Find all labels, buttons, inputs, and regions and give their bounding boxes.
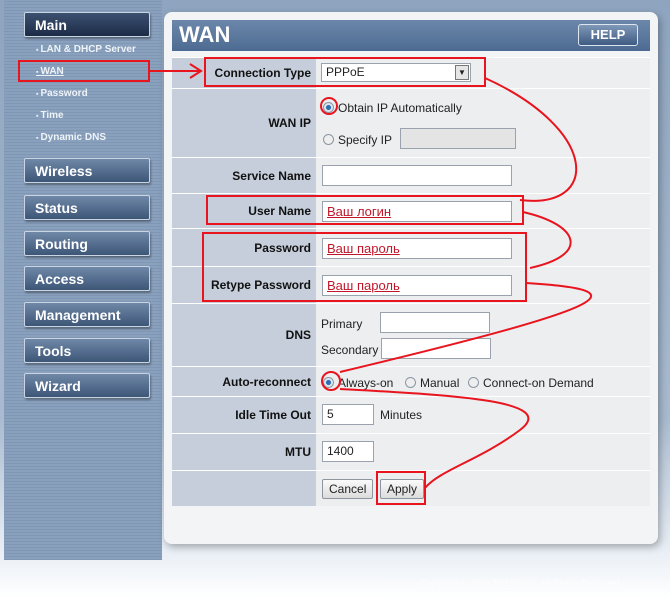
- nav-main[interactable]: Main: [24, 12, 150, 37]
- radio-specify-ip[interactable]: Specify IP: [323, 133, 392, 147]
- dns-primary-input[interactable]: [380, 312, 490, 333]
- nav-wireless[interactable]: Wireless: [24, 158, 150, 183]
- page-title: WAN: [179, 22, 231, 47]
- minutes-label: Minutes: [380, 408, 423, 422]
- mtu-input[interactable]: 1400: [322, 441, 374, 462]
- nav-access[interactable]: Access: [24, 266, 150, 291]
- label: Retype Password: [172, 267, 316, 303]
- sidebar: Main LAN & DHCP Server WAN Password Time…: [4, 0, 162, 560]
- label: [172, 471, 316, 506]
- nav-tools[interactable]: Tools: [24, 338, 150, 363]
- nav-wizard[interactable]: Wizard: [24, 373, 150, 398]
- idle-time-input[interactable]: 5: [322, 404, 374, 425]
- dns-secondary-label: Secondary: [321, 343, 379, 357]
- radio-connect-on-demand[interactable]: Connect-on Demand: [468, 376, 594, 390]
- connection-type-select[interactable]: PPPoE ▼: [321, 63, 471, 82]
- radio-icon: [468, 377, 479, 388]
- sub-lan-dhcp[interactable]: LAN & DHCP Server: [36, 44, 135, 55]
- row-mtu: MTU 1400: [172, 433, 650, 470]
- label: Idle Time Out: [172, 397, 316, 433]
- radio-label: Always-on: [338, 376, 394, 390]
- sub-dynamic-dns[interactable]: Dynamic DNS: [36, 132, 106, 143]
- radio-icon: [323, 102, 334, 113]
- help-button[interactable]: HELP: [578, 24, 638, 46]
- radio-label: Obtain IP Automatically: [338, 101, 462, 115]
- radio-label: Connect-on Demand: [483, 376, 594, 390]
- radio-obtain-ip[interactable]: Obtain IP Automatically: [323, 101, 462, 115]
- dns-primary-label: Primary: [321, 317, 363, 331]
- label: Service Name: [172, 158, 316, 193]
- sub-wan[interactable]: WAN: [36, 66, 63, 77]
- retype-password-input[interactable]: Ваш пароль: [322, 275, 512, 296]
- copyright: Copyright © 2006 TRENDnet. All Rights Re…: [420, 578, 623, 588]
- chevron-down-icon: ▼: [455, 65, 469, 80]
- sub-password[interactable]: Password: [36, 88, 87, 99]
- nav-status[interactable]: Status: [24, 195, 150, 220]
- dns-secondary-input[interactable]: [381, 338, 491, 359]
- label: DNS: [172, 304, 316, 366]
- row-idle-time-out: Idle Time Out 5 Minutes: [172, 396, 650, 433]
- row-service-name: Service Name: [172, 157, 650, 193]
- row-wan-ip: WAN IP Obtain IP Automatically Specify I…: [172, 88, 650, 157]
- radio-icon: [323, 377, 334, 388]
- row-user-name: User Name Ваш логин: [172, 193, 650, 228]
- service-name-input[interactable]: [322, 165, 512, 186]
- radio-label: Specify IP: [338, 133, 393, 147]
- radio-manual[interactable]: Manual: [405, 376, 459, 390]
- row-buttons: Cancel Apply: [172, 470, 650, 506]
- sub-time[interactable]: Time: [36, 110, 63, 121]
- apply-button[interactable]: Apply: [380, 479, 425, 499]
- label: Auto-reconnect: [172, 367, 316, 396]
- label: Password: [172, 229, 316, 266]
- radio-always-on[interactable]: Always-on: [323, 376, 393, 390]
- specify-ip-input[interactable]: [400, 128, 516, 149]
- nav-management[interactable]: Management: [24, 302, 150, 327]
- label: MTU: [172, 434, 316, 470]
- cancel-button[interactable]: Cancel: [322, 479, 374, 499]
- label: WAN IP: [172, 89, 316, 157]
- row-connection-type: Connection Type PPPoE ▼: [172, 57, 650, 88]
- radio-label: Manual: [420, 376, 460, 390]
- radio-icon: [405, 377, 416, 388]
- selected-value: PPPoE: [326, 65, 365, 79]
- row-password: Password Ваш пароль: [172, 228, 650, 266]
- page-header: WAN HELP: [172, 20, 650, 51]
- user-name-input[interactable]: Ваш логин: [322, 201, 512, 222]
- radio-icon: [323, 134, 334, 145]
- label: User Name: [172, 194, 316, 228]
- label: Connection Type: [172, 58, 316, 88]
- password-input[interactable]: Ваш пароль: [322, 238, 512, 259]
- row-auto-reconnect: Auto-reconnect Always-on Manual Connect-…: [172, 366, 650, 396]
- row-retype-password: Retype Password Ваш пароль: [172, 266, 650, 303]
- row-dns: DNS Primary Secondary: [172, 303, 650, 366]
- nav-routing[interactable]: Routing: [24, 231, 150, 256]
